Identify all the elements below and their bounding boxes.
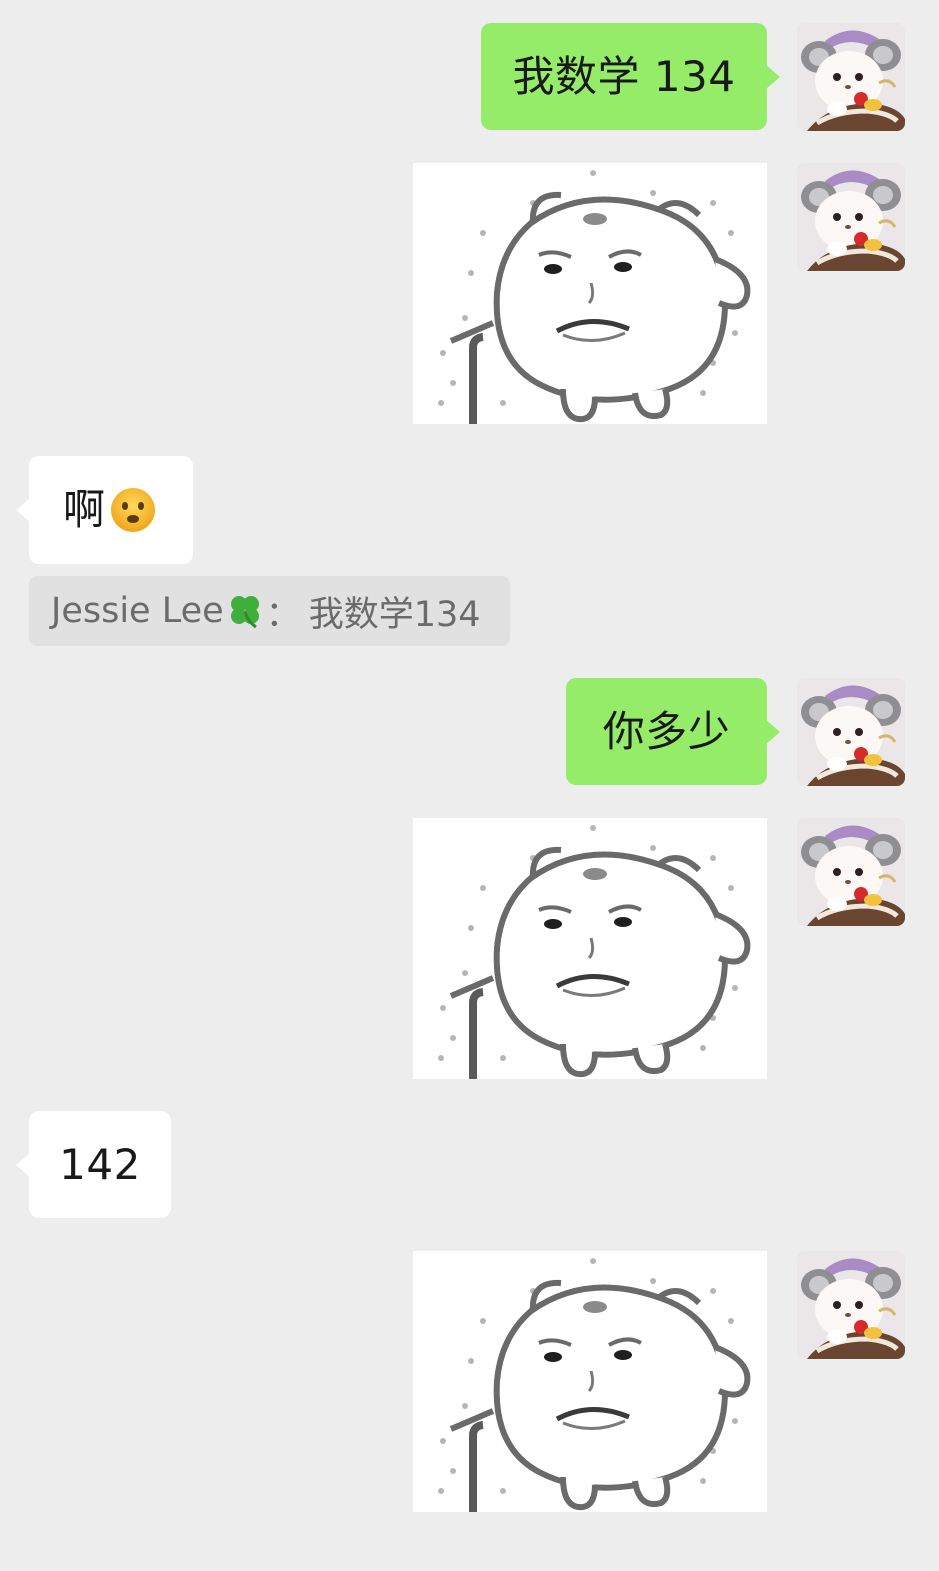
quote-separator: ： bbox=[265, 594, 301, 635]
message-bubble-outgoing[interactable]: 我数学 134 bbox=[481, 23, 780, 130]
message-bubble-outgoing[interactable]: 你多少 bbox=[566, 678, 780, 785]
grumpy-bear-sticker bbox=[413, 1251, 767, 1512]
quote-author: Jessie Lee bbox=[51, 591, 224, 631]
my-avatar[interactable] bbox=[797, 818, 905, 926]
avatar-image bbox=[797, 23, 905, 131]
my-avatar[interactable] bbox=[797, 1251, 905, 1359]
my-avatar[interactable] bbox=[797, 23, 905, 131]
quoted-message[interactable]: Jessie Lee ： 我数学134 bbox=[29, 576, 510, 646]
sticker-message[interactable] bbox=[413, 163, 767, 424]
message-text: 142 bbox=[59, 1139, 141, 1189]
message-text: 啊 bbox=[63, 485, 106, 534]
my-avatar[interactable] bbox=[797, 163, 905, 271]
my-avatar[interactable] bbox=[797, 678, 905, 786]
avatar-image bbox=[797, 1251, 905, 1359]
message-text: 我数学 134 bbox=[512, 51, 736, 101]
sticker-message[interactable] bbox=[413, 1251, 767, 1512]
avatar-image bbox=[797, 163, 905, 271]
message-text: 你多少 bbox=[602, 706, 731, 756]
sticker-message[interactable] bbox=[413, 818, 767, 1079]
message-bubble-incoming[interactable]: 啊 bbox=[16, 456, 193, 564]
frowning-face-emoji bbox=[110, 488, 155, 532]
avatar-image bbox=[797, 678, 905, 786]
four-leaf-clover-emoji bbox=[230, 596, 259, 629]
avatar-image bbox=[797, 818, 905, 926]
grumpy-bear-sticker bbox=[413, 818, 767, 1079]
message-bubble-incoming[interactable]: 142 bbox=[16, 1111, 171, 1218]
quote-text: 我数学134 bbox=[308, 594, 481, 635]
grumpy-bear-sticker bbox=[413, 163, 767, 424]
